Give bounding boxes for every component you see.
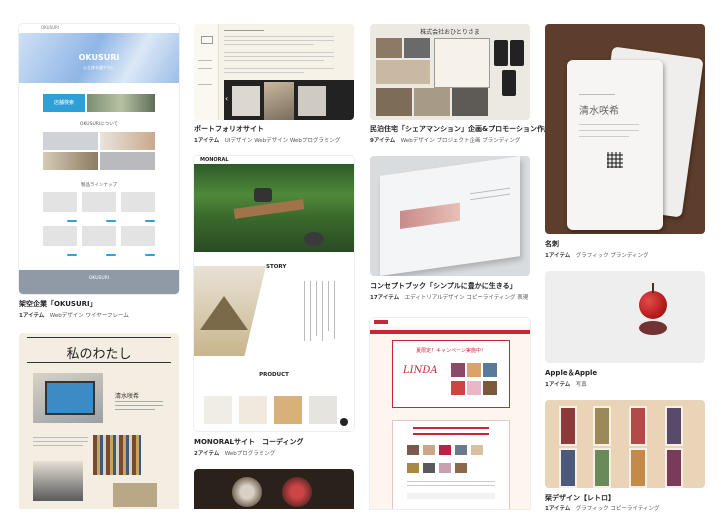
preview-hero-sub: 心と体を健やかに (83, 65, 115, 70)
preview-footer: OKUSURI (19, 270, 179, 294)
preview-laptop-photo (33, 373, 103, 423)
work-card-watashi[interactable]: 私のわたし 清水咲希 (19, 333, 179, 509)
work-tags: Webデザイン プロジェクト企画 プランディング (400, 138, 521, 144)
work-card-share-mansion[interactable]: 株式会社おひとりさま (370, 24, 530, 120)
work-card-portfolio[interactable]: ‹ (194, 24, 354, 120)
work-title[interactable]: コンセプトブック「シンプルに豊かに生きる」 (370, 281, 517, 291)
preview-logo: MONORAL (200, 157, 229, 163)
work-meta: 2アイテム Webプログラミング (194, 449, 275, 457)
preview-sidebar (194, 24, 219, 120)
work-meta: 1アイテム UIデザイン Webデザイン Webプログラミング (194, 136, 340, 144)
item-count: 2アイテム (194, 451, 220, 457)
item-count: 1アイテム (545, 382, 571, 388)
preview-floorplan (434, 38, 490, 88)
preview-apple-reflection (639, 321, 667, 335)
chevron-left-icon[interactable]: ‹ (225, 94, 228, 103)
preview-watch-photo (282, 477, 312, 507)
preview-tent-photo (194, 266, 266, 356)
work-meta: 17アイテム エディトリアルデザイン コピーライティング 表現 (370, 293, 528, 301)
preview-name: 清水咲希 (579, 106, 619, 117)
preview-campaign: 夏限定！キャンペーン実施中！ LINDA (392, 340, 510, 408)
preview-gallery: ‹ (224, 80, 354, 120)
preview-navbar (370, 318, 530, 326)
work-tags: グラフィック コピーライティング (575, 506, 660, 512)
preview-apple-stem (652, 283, 654, 293)
preview-search-button: 店舗検索 (43, 94, 85, 112)
work-card-monoral[interactable]: MONORAL STORY PRODUCT (194, 156, 354, 431)
work-title[interactable]: ポートフォリオサイト (194, 124, 264, 134)
work-tags: UIデザイン Webデザイン Webプログラミング (224, 138, 341, 144)
item-count: 17アイテム (370, 295, 400, 301)
preview-book-photo (380, 156, 520, 276)
work-title[interactable]: Apple＆Apple (545, 368, 597, 378)
work-card-watch[interactable] (194, 469, 354, 509)
work-card-okusuri[interactable]: OKUSURI OKUSURI 心と体を健やかに 店舗検索 OKUSURIについ… (19, 24, 179, 294)
item-count: 1アイテム (19, 313, 45, 319)
preview-section-title: OKUSURIについて (79, 122, 119, 127)
work-meta: 1アイテム グラフィック プランディング (545, 251, 649, 259)
preview-rule (27, 362, 171, 363)
work-card-concept-book[interactable] (370, 156, 530, 276)
preview-brand: OKUSURI (41, 25, 60, 30)
scroll-top-icon[interactable] (340, 418, 348, 426)
preview-watch-photo (232, 477, 262, 507)
work-tags: グラフィック プランディング (575, 253, 649, 259)
preview-products-title: 製品ラインナップ (81, 183, 117, 188)
work-meta: 1アイテム 写真 (545, 380, 587, 388)
work-tags: エディトリアルデザイン コピーライティング 表現 (404, 295, 529, 301)
preview-name: 清水咲希 (115, 393, 140, 400)
work-title[interactable]: 架空企業「OKUSURI」 (19, 299, 97, 309)
preview-bookshelf-photo (93, 435, 141, 475)
preview-desk-photo (33, 461, 83, 501)
preview-navbar: MONORAL (194, 156, 354, 164)
preview-headline: 夏限定！キャンペーン実施中！ (416, 348, 486, 354)
work-tags: Webデザイン ワイヤーフレーム (49, 313, 129, 319)
preview-heading: 私のわたし (66, 347, 132, 362)
preview-hero-photo (194, 164, 354, 252)
work-card-bookmark[interactable] (545, 400, 705, 488)
qr-code-icon (607, 152, 623, 168)
work-title[interactable]: MONORALサイト コーディング (194, 437, 304, 447)
work-card-business-card[interactable]: 清水咲希 (545, 24, 705, 234)
preview-hero: OKUSURI 心と体を健やかに (19, 33, 179, 83)
work-meta: 1アイテム グラフィック コピーライティング (545, 504, 660, 512)
work-meta: 9アイテム Webデザイン プロジェクト企画 プランディング (370, 136, 520, 144)
work-meta: 1アイテム Webデザイン ワイヤーフレーム (19, 311, 129, 319)
work-title[interactable]: 民泊住宅「シェアマンション」企画&プロモーション作成 (370, 124, 551, 134)
work-card-linda[interactable]: 夏限定！キャンペーン実施中！ LINDA (370, 318, 530, 509)
preview-brand: LINDA (403, 365, 438, 376)
work-card-apple[interactable] (545, 271, 705, 363)
preview-info-block (392, 420, 510, 509)
work-tags: Webプログラミング (224, 451, 276, 457)
item-count: 9アイテム (370, 138, 396, 144)
preview-item-photo (113, 483, 157, 507)
preview-hero (370, 330, 530, 334)
preview-hero-title: OKUSURI (78, 53, 120, 62)
preview-apple-photo (639, 291, 667, 319)
preview-story-title: STORY (266, 264, 287, 270)
work-title[interactable]: 栞デザイン【レトロ】 (545, 493, 615, 503)
work-title[interactable]: 名刺 (545, 239, 559, 249)
item-count: 1アイテム (545, 253, 571, 259)
preview-rule (27, 337, 171, 338)
preview-product-title: PRODUCT (259, 372, 289, 378)
item-count: 1アイテム (545, 506, 571, 512)
item-count: 1アイテム (194, 138, 220, 144)
preview-photo (87, 94, 155, 112)
work-tags: 写真 (575, 382, 587, 388)
preview-header: 株式会社おひとりさま (420, 29, 480, 36)
preview-header: OKUSURI (19, 24, 179, 31)
preview-card-front: 清水咲希 (567, 60, 663, 230)
